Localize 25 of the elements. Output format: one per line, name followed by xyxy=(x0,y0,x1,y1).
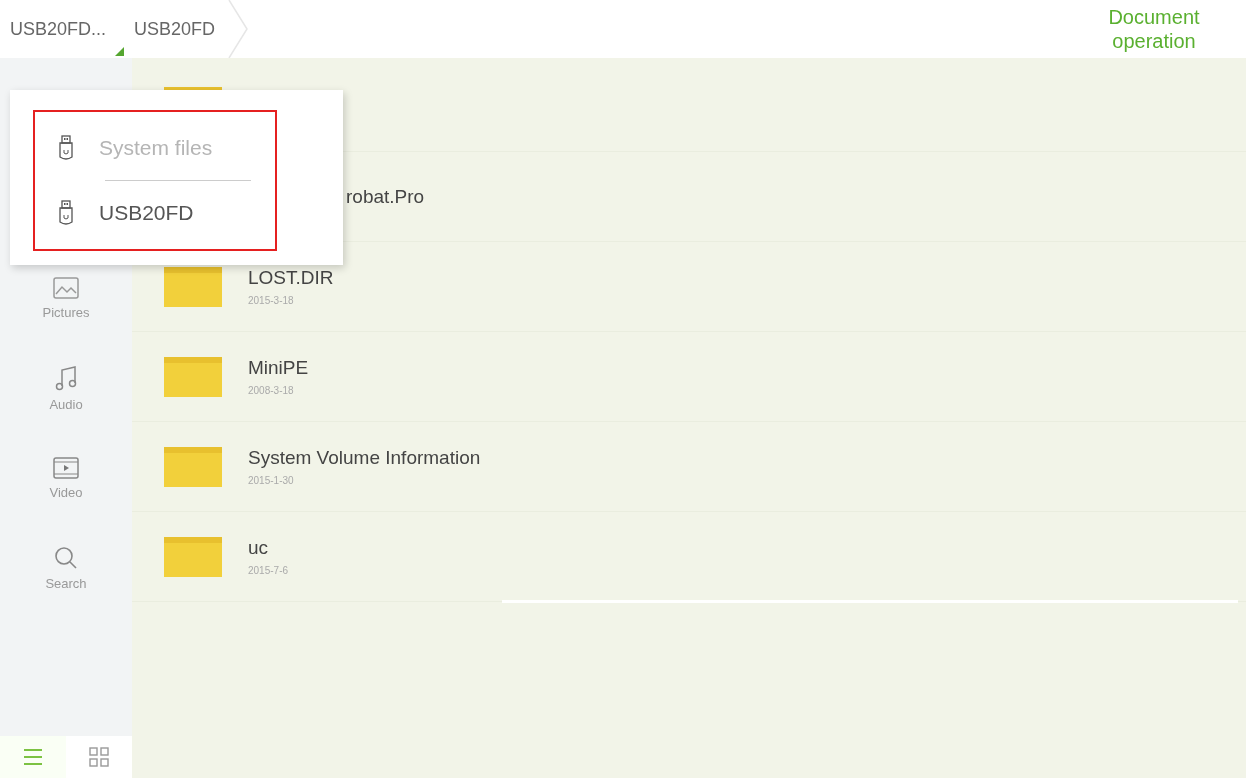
usb-drive-icon xyxy=(59,200,73,226)
picture-icon xyxy=(53,276,79,299)
file-name[interactable]: MiniPE xyxy=(248,357,309,379)
usb-drive-icon xyxy=(59,135,73,161)
file-name[interactable]: robat.Pro xyxy=(346,185,425,208)
music-note-icon xyxy=(55,364,77,391)
folder-icon[interactable] xyxy=(164,536,222,577)
list-icon xyxy=(23,748,43,766)
menu-item[interactable]: USB20FD xyxy=(35,181,275,245)
folder-icon[interactable] xyxy=(164,266,222,307)
file-name[interactable]: System Volume Information xyxy=(248,447,481,469)
file-date: 2008-3-18 xyxy=(248,385,295,396)
folder-icon[interactable] xyxy=(164,356,222,397)
file-name[interactable]: uc xyxy=(248,537,289,559)
search-icon xyxy=(54,545,78,570)
film-icon xyxy=(53,456,79,479)
file-date: 2015-7-6 xyxy=(248,565,289,576)
file-date: 2015-1-30 xyxy=(248,475,295,486)
chevron-icon xyxy=(227,0,250,58)
breadcrumb[interactable]: USB20FD xyxy=(124,0,250,58)
file-name[interactable]: LOST.DIR xyxy=(248,267,334,289)
list-view-button[interactable] xyxy=(0,736,66,778)
grid-icon xyxy=(89,747,109,767)
folder-icon[interactable] xyxy=(164,446,222,487)
file-date: 2015-3-18 xyxy=(248,295,295,306)
